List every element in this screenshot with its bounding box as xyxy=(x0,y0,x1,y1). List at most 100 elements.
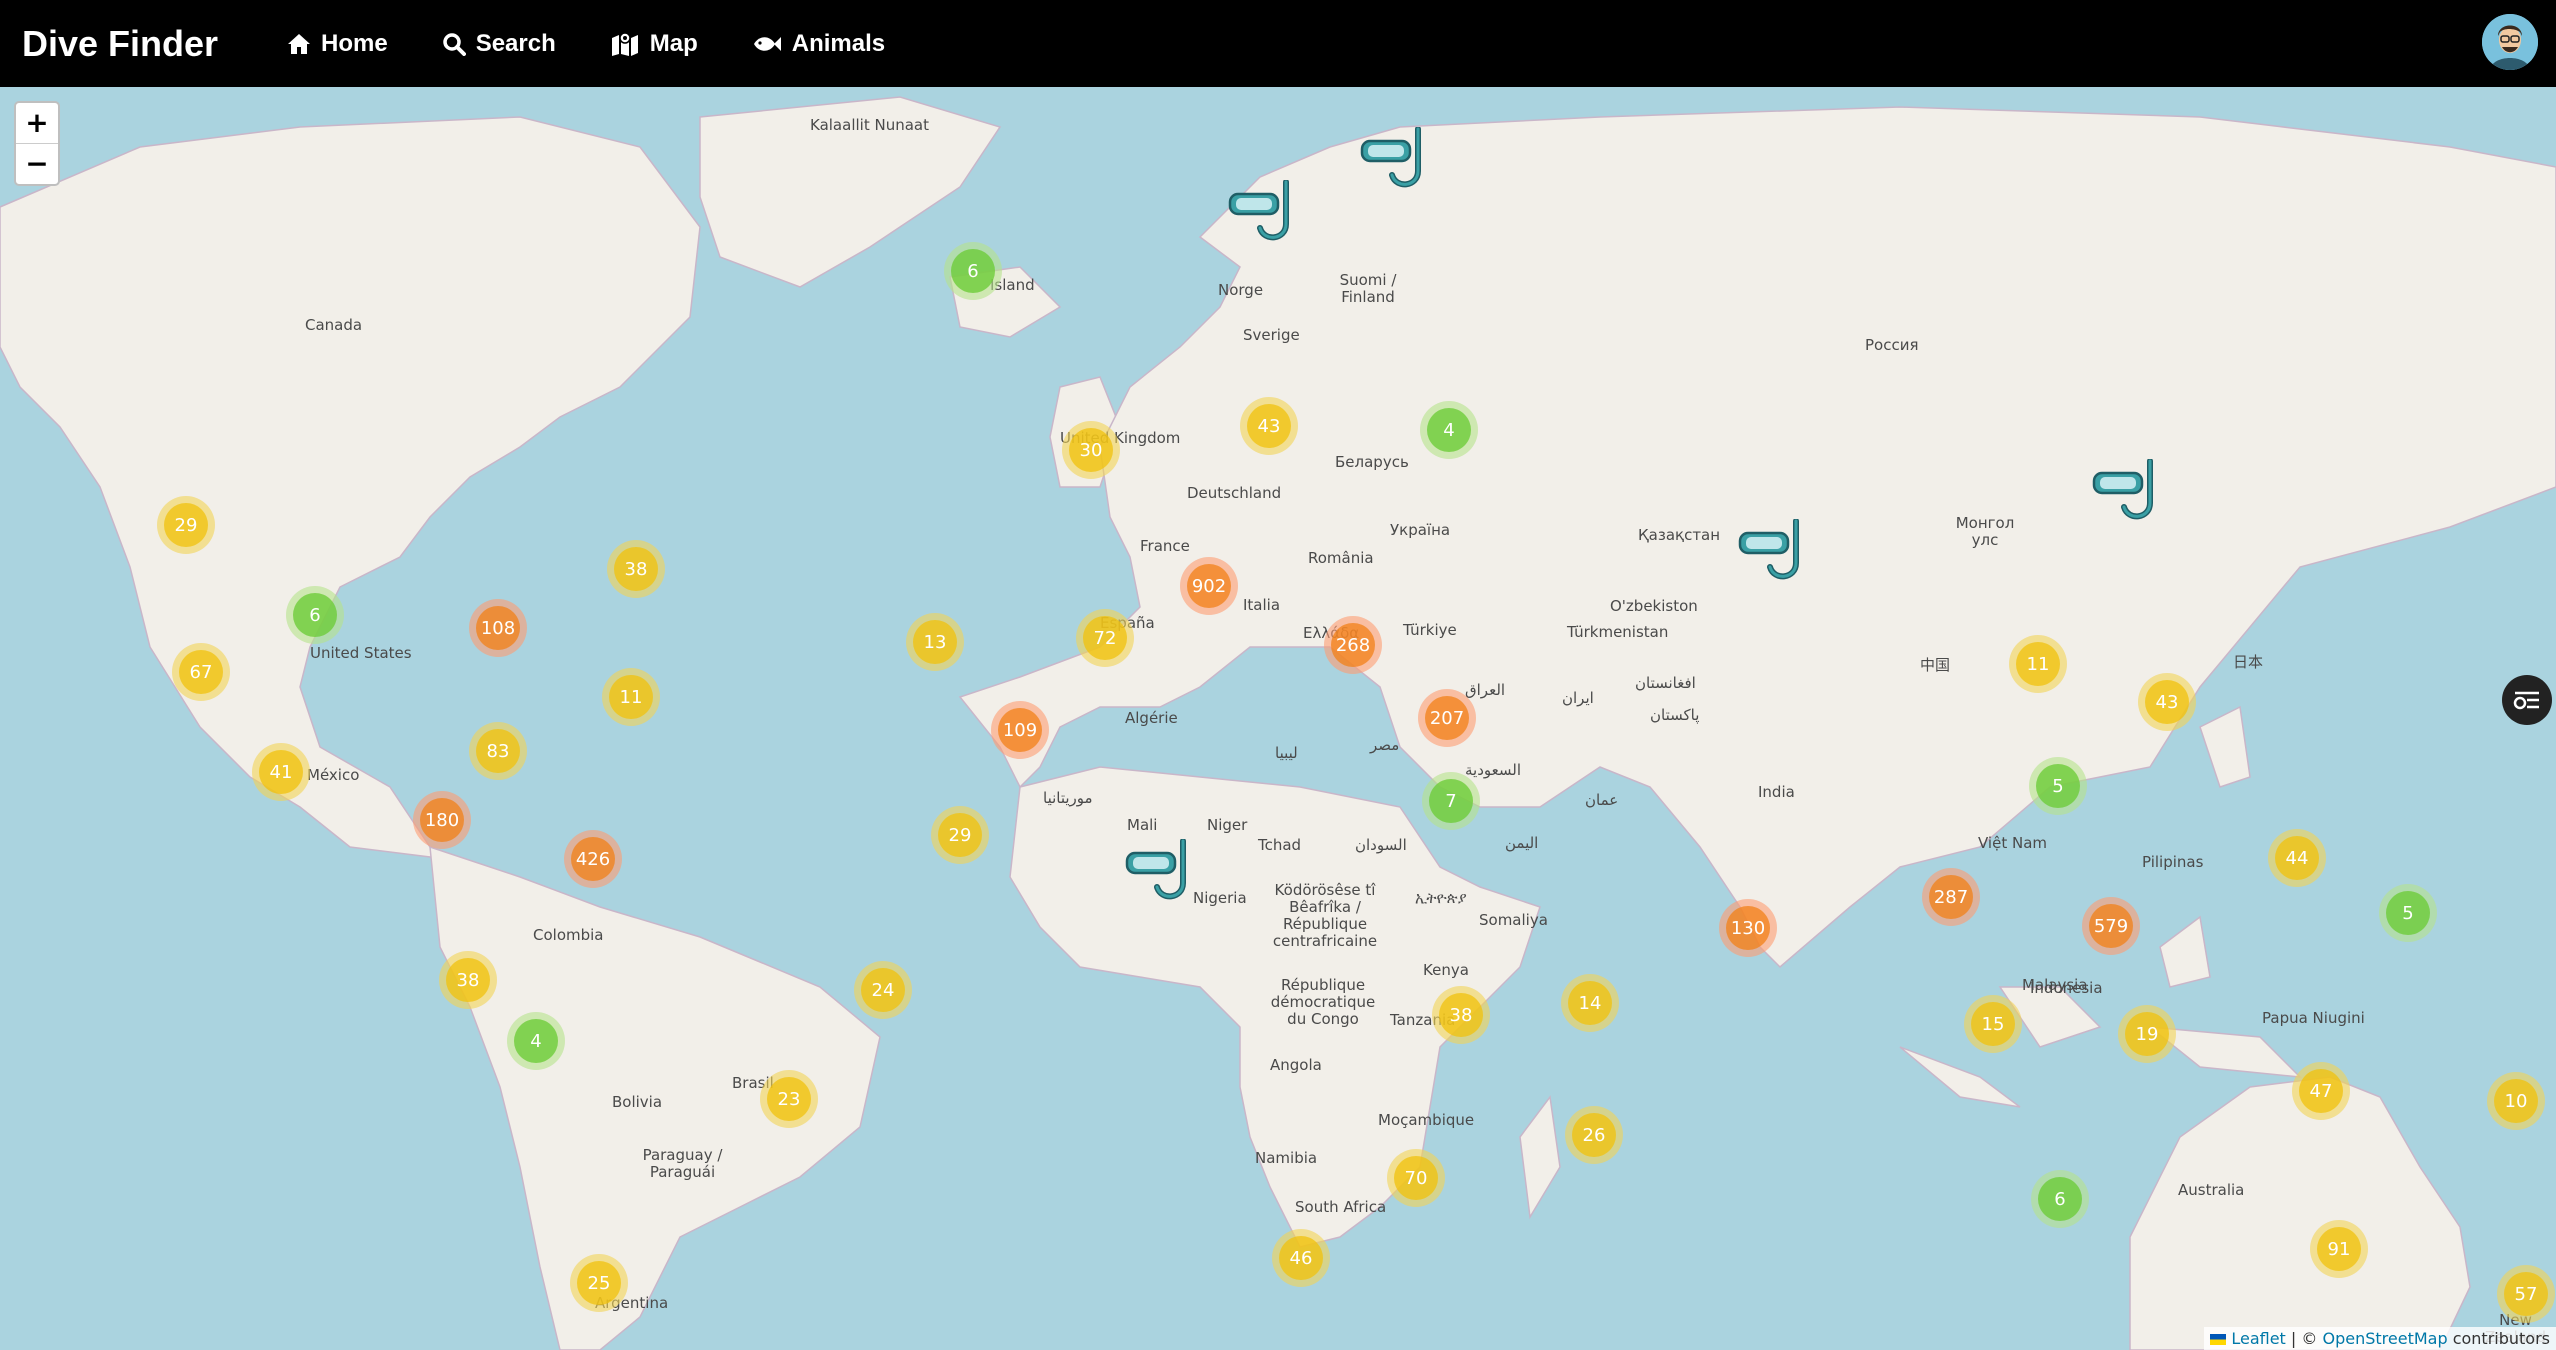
dive-site-cluster[interactable]: 67 xyxy=(172,643,230,701)
dive-site-cluster[interactable]: 4 xyxy=(507,1012,565,1070)
dive-site-cluster[interactable]: 29 xyxy=(931,806,989,864)
snorkel-marker-icon[interactable] xyxy=(1125,838,1197,916)
cluster-count: 43 xyxy=(1247,404,1291,448)
cluster-count: 11 xyxy=(609,675,653,719)
cluster-count: 14 xyxy=(1568,981,1612,1025)
dive-site-cluster[interactable]: 72 xyxy=(1076,609,1134,667)
cluster-count: 426 xyxy=(571,837,615,881)
world-map[interactable]: + − Kalaallit Nunaat Canada Island Norge… xyxy=(0,87,2556,1350)
cluster-count: 6 xyxy=(951,249,995,293)
cluster-count: 70 xyxy=(1394,1156,1438,1200)
nav-map-label: Map xyxy=(649,29,698,57)
country-label: اليمن xyxy=(1505,834,1539,852)
dive-site-cluster[interactable]: 4 xyxy=(1420,401,1478,459)
filter-button[interactable] xyxy=(2502,675,2552,725)
dive-site-cluster[interactable]: 30 xyxy=(1062,421,1120,479)
dive-site-cluster[interactable]: 25 xyxy=(570,1254,628,1312)
dive-site-cluster[interactable]: 24 xyxy=(854,961,912,1019)
country-label: Nigeria xyxy=(1193,889,1247,907)
cluster-count: 29 xyxy=(164,503,208,547)
dive-site-cluster[interactable]: 14 xyxy=(1561,974,1619,1032)
country-label: Norge xyxy=(1218,281,1264,299)
cluster-count: 47 xyxy=(2299,1069,2343,1113)
dive-site-cluster[interactable]: 38 xyxy=(439,951,497,1009)
app-title[interactable]: Dive Finder xyxy=(22,23,287,65)
dive-site-cluster[interactable]: 91 xyxy=(2310,1220,2368,1278)
dive-site-cluster[interactable]: 70 xyxy=(1387,1149,1445,1207)
cluster-count: 10 xyxy=(2494,1079,2538,1123)
dive-site-cluster[interactable]: 130 xyxy=(1719,899,1777,957)
dive-site-cluster[interactable]: 287 xyxy=(1922,868,1980,926)
dive-site-cluster[interactable]: 44 xyxy=(2268,829,2326,887)
map-attribution: Leaflet | © OpenStreetMap contributors xyxy=(2204,1327,2556,1350)
cluster-count: 25 xyxy=(577,1261,621,1305)
attribution-sep: | © xyxy=(2290,1329,2323,1348)
country-label: Italia xyxy=(1243,596,1281,614)
country-label: Беларусь xyxy=(1335,453,1409,471)
nav-map[interactable]: Map xyxy=(610,30,698,58)
dive-site-cluster[interactable]: 426 xyxy=(564,830,622,888)
dive-site-cluster[interactable]: 43 xyxy=(1240,397,1298,455)
dive-site-cluster[interactable]: 11 xyxy=(602,668,660,726)
dive-site-cluster[interactable]: 83 xyxy=(469,722,527,780)
nav-search[interactable]: Search xyxy=(442,30,556,58)
snorkel-marker-icon[interactable] xyxy=(1360,126,1432,204)
dive-site-cluster[interactable]: 23 xyxy=(760,1070,818,1128)
dive-site-cluster[interactable]: 19 xyxy=(2118,1005,2176,1063)
dive-site-cluster[interactable]: 902 xyxy=(1180,557,1238,615)
country-label: France xyxy=(1140,537,1190,555)
dive-site-cluster[interactable]: 26 xyxy=(1565,1106,1623,1164)
nav-animals[interactable]: Animals xyxy=(752,30,885,58)
dive-site-cluster[interactable]: 47 xyxy=(2292,1062,2350,1120)
zoom-out-button[interactable]: − xyxy=(16,143,58,184)
dive-site-cluster[interactable]: 10 xyxy=(2487,1072,2545,1130)
nav-search-label: Search xyxy=(475,29,556,57)
nav-home[interactable]: Home xyxy=(287,30,388,58)
dive-site-cluster[interactable]: 6 xyxy=(944,242,1002,300)
dive-site-cluster[interactable]: 57 xyxy=(2497,1265,2555,1323)
dive-site-cluster[interactable]: 11 xyxy=(2009,635,2067,693)
country-label: Bolivia xyxy=(612,1093,663,1111)
osm-link[interactable]: OpenStreetMap xyxy=(2322,1329,2447,1348)
zoom-in-button[interactable]: + xyxy=(16,103,58,143)
cluster-count: 67 xyxy=(179,650,223,694)
dive-site-cluster[interactable]: 6 xyxy=(286,586,344,644)
snorkel-marker-icon[interactable] xyxy=(1228,179,1300,257)
dive-site-cluster[interactable]: 108 xyxy=(469,599,527,657)
dive-site-cluster[interactable]: 43 xyxy=(2138,673,2196,731)
dive-site-cluster[interactable]: 46 xyxy=(1272,1229,1330,1287)
snorkel-marker-icon[interactable] xyxy=(1738,518,1810,596)
country-label: O'zbekiston xyxy=(1610,597,1698,615)
filter-icon xyxy=(2513,691,2539,710)
dive-site-cluster[interactable]: 38 xyxy=(607,540,665,598)
dive-site-cluster[interactable]: 5 xyxy=(2379,884,2437,942)
country-label: ليبيا xyxy=(1275,744,1298,762)
snorkel-icon xyxy=(1228,179,1289,241)
dive-site-cluster[interactable]: 268 xyxy=(1324,616,1382,674)
dive-site-cluster[interactable]: 5 xyxy=(2029,757,2087,815)
dive-site-cluster[interactable]: 6 xyxy=(2031,1170,2089,1228)
cluster-count: 902 xyxy=(1187,564,1231,608)
dive-site-cluster[interactable]: 109 xyxy=(991,701,1049,759)
country-label: United States xyxy=(310,644,412,662)
nav-home-label: Home xyxy=(321,29,388,57)
dive-site-cluster[interactable]: 579 xyxy=(2082,897,2140,955)
user-avatar[interactable] xyxy=(2482,14,2538,70)
country-label: Indonesia xyxy=(2030,979,2103,997)
dive-site-cluster[interactable]: 15 xyxy=(1964,995,2022,1053)
snorkel-marker-icon[interactable] xyxy=(2092,458,2164,536)
country-label: Türkmenistan xyxy=(1567,623,1669,641)
dive-site-cluster[interactable]: 13 xyxy=(906,613,964,671)
dive-site-cluster[interactable]: 207 xyxy=(1418,689,1476,747)
dive-site-cluster[interactable]: 38 xyxy=(1432,986,1490,1044)
cluster-count: 6 xyxy=(293,593,337,637)
dive-site-cluster[interactable]: 7 xyxy=(1422,772,1480,830)
leaflet-link[interactable]: Leaflet xyxy=(2231,1329,2285,1348)
country-label: Қазақстан xyxy=(1638,526,1721,544)
country-label: Suomi / Finland xyxy=(1339,271,1397,306)
dive-site-cluster[interactable]: 41 xyxy=(252,743,310,801)
dive-site-cluster[interactable]: 29 xyxy=(157,496,215,554)
cluster-count: 41 xyxy=(259,750,303,794)
country-label: ایران xyxy=(1562,689,1594,707)
dive-site-cluster[interactable]: 180 xyxy=(413,791,471,849)
